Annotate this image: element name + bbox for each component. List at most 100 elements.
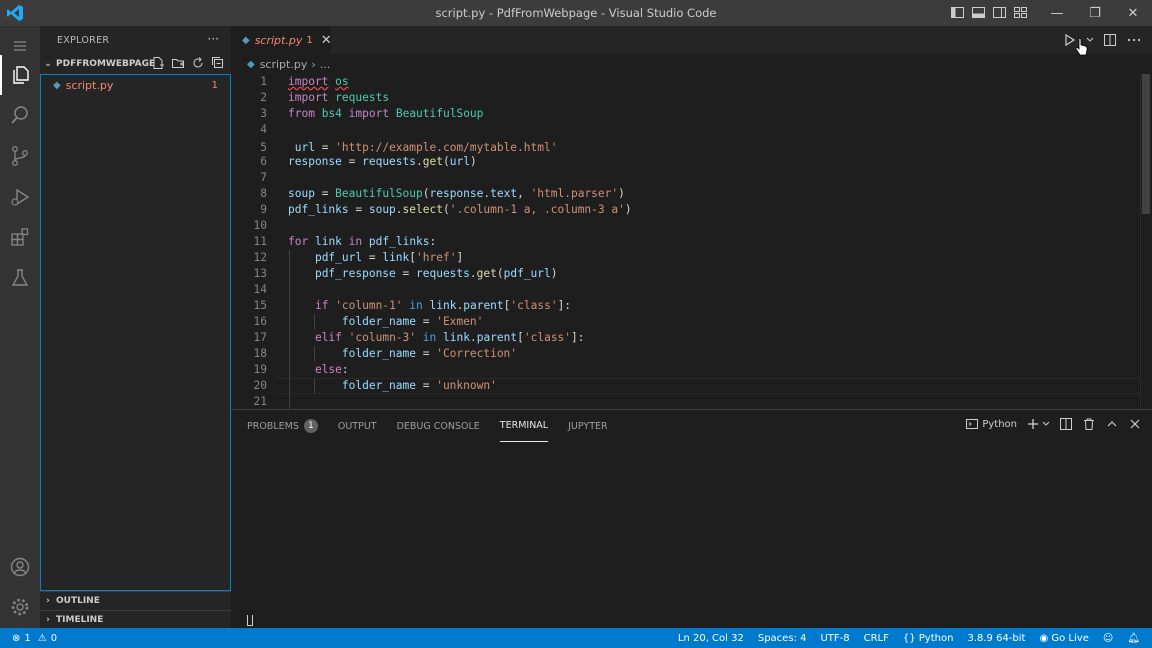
terminal-profile-label[interactable]: Python	[982, 419, 1017, 430]
tab-output-label: OUTPUT	[337, 420, 377, 432]
code-line: 17 elif 'column-3' in link.parent['class…	[253, 331, 585, 344]
error-icon: ⊗	[12, 632, 21, 644]
tab-terminal[interactable]: TERMINAL	[499, 410, 549, 442]
run-debug-icon[interactable]	[0, 177, 40, 217]
file-name: script.py	[65, 78, 114, 92]
outline-label: OUTLINE	[56, 596, 100, 606]
timeline-label: TIMELINE	[56, 615, 104, 625]
tab-debug-console[interactable]: DEBUG CONSOLE	[397, 410, 480, 442]
restore-button[interactable]: ❐	[1076, 0, 1114, 26]
code-line: 20 folder_name = 'unknown'	[253, 379, 497, 392]
more-actions-icon[interactable]	[1126, 32, 1142, 48]
tab-jupyter[interactable]: JUPYTER	[568, 410, 607, 442]
python-file-icon: ◆	[242, 34, 250, 46]
collapse-all-icon[interactable]	[211, 56, 225, 70]
code-line: 4	[260, 123, 267, 136]
file-item-script-py[interactable]: ◆ script.py 1	[41, 75, 230, 95]
code-line: 11 for link in pdf_links:	[253, 235, 437, 248]
file-encoding[interactable]: UTF-8	[820, 633, 849, 644]
problems-status[interactable]: ⊗ 1 ⚠ 0	[12, 628, 57, 648]
new-folder-icon[interactable]	[171, 56, 185, 70]
timeline-section[interactable]: › TIMELINE	[40, 610, 231, 629]
indentation-setting[interactable]: Spaces: 4	[758, 633, 807, 644]
go-live-label: Go Live	[1051, 632, 1089, 644]
chevron-down-icon: ⌄	[44, 59, 52, 69]
editor-tabs: ◆ script.py 1 ✕	[231, 26, 1152, 54]
mouse-pointer-icon	[1075, 37, 1088, 56]
notifications-bell-icon[interactable]: 🔔︎	[1127, 633, 1140, 644]
activity-bar	[0, 26, 40, 628]
warning-icon: ⚠	[37, 632, 47, 644]
terminal-dropdown-chevron-icon[interactable]	[1042, 417, 1050, 431]
breadcrumb-separator: ›	[311, 57, 316, 71]
tab-problems[interactable]: PROBLEMS 1	[247, 410, 318, 442]
python-file-icon: ◆	[247, 58, 255, 70]
python-interpreter[interactable]: 3.8.9 64-bit	[967, 633, 1025, 644]
outline-section[interactable]: › OUTLINE	[40, 591, 231, 610]
file-problem-count: 1	[211, 79, 218, 91]
toggle-sidebar-icon[interactable]	[950, 5, 965, 20]
tab-script-py[interactable]: ◆ script.py 1 ✕	[231, 26, 332, 54]
search-icon[interactable]	[0, 95, 40, 135]
cursor-position[interactable]: Ln 20, Col 32	[678, 633, 744, 644]
close-tab-icon[interactable]: ✕	[321, 33, 332, 48]
new-terminal-plus-icon[interactable]	[1026, 417, 1040, 431]
close-panel-icon[interactable]	[1128, 417, 1142, 431]
language-mode[interactable]: {} Python	[903, 633, 954, 644]
code-line: 21	[253, 395, 267, 408]
end-of-line[interactable]: CRLF	[864, 633, 889, 644]
breadcrumb-symbols[interactable]: ...	[320, 58, 331, 71]
refresh-icon[interactable]	[191, 56, 205, 70]
terminal-profile-icon	[965, 417, 979, 431]
code-line: 9 pdf_links = soup.select('.column-1 a, .…	[260, 203, 632, 216]
code-line: 1 import os	[260, 75, 349, 88]
code-line: 8 soup = BeautifulSoup(response.text, 'ht…	[260, 187, 625, 200]
code-line: 18 folder_name = 'Correction'	[253, 347, 518, 360]
terminal-cursor[interactable]	[247, 615, 253, 626]
code-line: 3 from bs4 import BeautifulSoup	[260, 107, 484, 120]
code-line: 13 pdf_response = requests.get(pdf_url)	[253, 267, 558, 280]
code-line: 2 import requests	[260, 91, 390, 104]
toggle-panel-icon[interactable]	[971, 5, 986, 20]
tab-output[interactable]: OUTPUT	[338, 410, 377, 442]
accounts-icon[interactable]	[0, 547, 40, 587]
status-bar: ⊗ 1 ⚠ 0 Ln 20, Col 32 Spaces: 4 UTF-8 CR…	[0, 628, 1152, 648]
code-line: 16 folder_name = 'Exmen'	[253, 315, 484, 328]
code-line: 19 else:	[253, 363, 349, 376]
code-editor[interactable]: 1 import os 2 import requests 3 from bs4 im…	[231, 74, 1152, 409]
explorer-sidebar: EXPLORER ··· ⌄ PDFFROMWEBPAGE ◆ script.p…	[40, 26, 231, 628]
tab-problems-label: PROBLEMS	[247, 420, 299, 432]
extensions-icon[interactable]	[0, 217, 40, 257]
chevron-right-icon: ›	[46, 596, 50, 606]
feedback-icon[interactable]: ☺	[1103, 633, 1113, 644]
explorer-more-actions-button[interactable]: ···	[208, 32, 219, 46]
toggle-secondary-sidebar-icon[interactable]	[992, 5, 1007, 20]
editor-scrollbar-thumb[interactable]	[1142, 74, 1150, 214]
explorer-header: EXPLORER	[57, 34, 110, 46]
explorer-icon[interactable]	[0, 55, 40, 95]
braces-icon: {}	[902, 632, 916, 644]
source-control-icon[interactable]	[0, 136, 40, 176]
editor-scrollbar[interactable]	[1140, 74, 1152, 409]
code-line: 15 if 'column-1' in link.parent['class']…	[253, 299, 572, 312]
language-label: Python	[918, 632, 954, 644]
tab-label: script.py	[254, 33, 303, 47]
code-line: 7	[260, 171, 267, 184]
new-file-icon[interactable]	[151, 56, 165, 70]
split-editor-icon[interactable]	[1102, 32, 1118, 48]
breadcrumb-file[interactable]: script.py	[260, 58, 308, 71]
tab-jupyter-label: JUPYTER	[568, 420, 608, 432]
minimize-button[interactable]: —	[1038, 0, 1076, 26]
tab-terminal-label: TERMINAL	[499, 420, 549, 431]
code-line: 10	[253, 219, 267, 232]
manage-gear-icon[interactable]	[0, 587, 40, 627]
kill-terminal-trash-icon[interactable]	[1082, 417, 1096, 431]
error-count: 1	[24, 632, 31, 644]
tab-problem-count: 1	[306, 34, 313, 46]
split-terminal-icon[interactable]	[1059, 417, 1073, 431]
testing-icon[interactable]	[0, 258, 40, 298]
customize-layout-icon[interactable]	[1013, 5, 1028, 20]
maximize-panel-chevron-up-icon[interactable]	[1105, 417, 1119, 431]
go-live-button[interactable]: ◉ Go Live	[1039, 633, 1088, 644]
close-window-button[interactable]: ✕	[1114, 0, 1152, 26]
